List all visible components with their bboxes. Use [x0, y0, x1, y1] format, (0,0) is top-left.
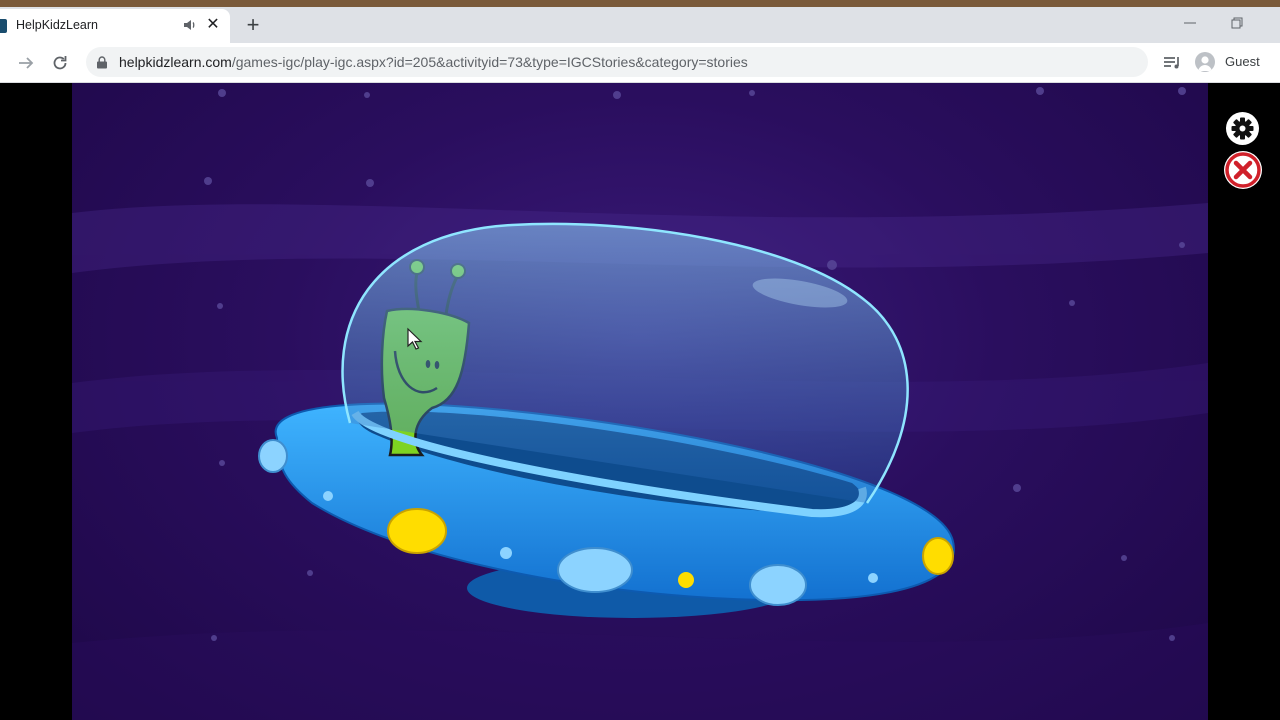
url-domain: helpkidzlearn.com — [119, 54, 232, 70]
url-path: /games-igc/play-igc.aspx?id=205&activity… — [231, 54, 748, 70]
browser-toolbar: helpkidzlearn.com/games-igc/play-igc.asp… — [0, 43, 1280, 83]
media-queue-icon[interactable] — [1162, 53, 1182, 73]
gear-icon — [1231, 117, 1254, 140]
window-top-strip — [0, 0, 1280, 7]
settings-button[interactable] — [1226, 112, 1259, 145]
url-text: helpkidzlearn.com/games-igc/play-igc.asp… — [119, 54, 748, 70]
space-scene — [72, 87, 1208, 720]
helpkidzlearn-favicon-icon — [0, 19, 7, 33]
profile-label: Guest — [1225, 54, 1260, 69]
close-tab-icon[interactable]: ✕ — [204, 16, 222, 34]
browser-tab[interactable]: HelpKidzLearn ✕ — [0, 9, 230, 43]
close-game-button[interactable] — [1224, 151, 1262, 189]
tab-title: HelpKidzLearn — [16, 18, 98, 32]
reload-icon[interactable] — [50, 53, 70, 73]
guest-avatar-icon — [1195, 52, 1215, 72]
speaker-icon[interactable] — [182, 17, 198, 33]
game-stage[interactable] — [72, 83, 1208, 720]
close-circle-icon — [1225, 152, 1261, 188]
lock-icon — [97, 56, 107, 69]
new-tab-button[interactable]: + — [243, 14, 263, 36]
minimize-window-icon[interactable] — [1182, 15, 1198, 31]
restore-window-icon[interactable] — [1229, 15, 1245, 31]
ufo — [258, 222, 955, 618]
profile-button[interactable]: Guest — [1193, 49, 1267, 75]
arrow-right-icon[interactable] — [16, 53, 36, 73]
tab-bar: HelpKidzLearn ✕ + — [0, 7, 1280, 43]
address-bar[interactable]: helpkidzlearn.com/games-igc/play-igc.asp… — [86, 47, 1148, 77]
